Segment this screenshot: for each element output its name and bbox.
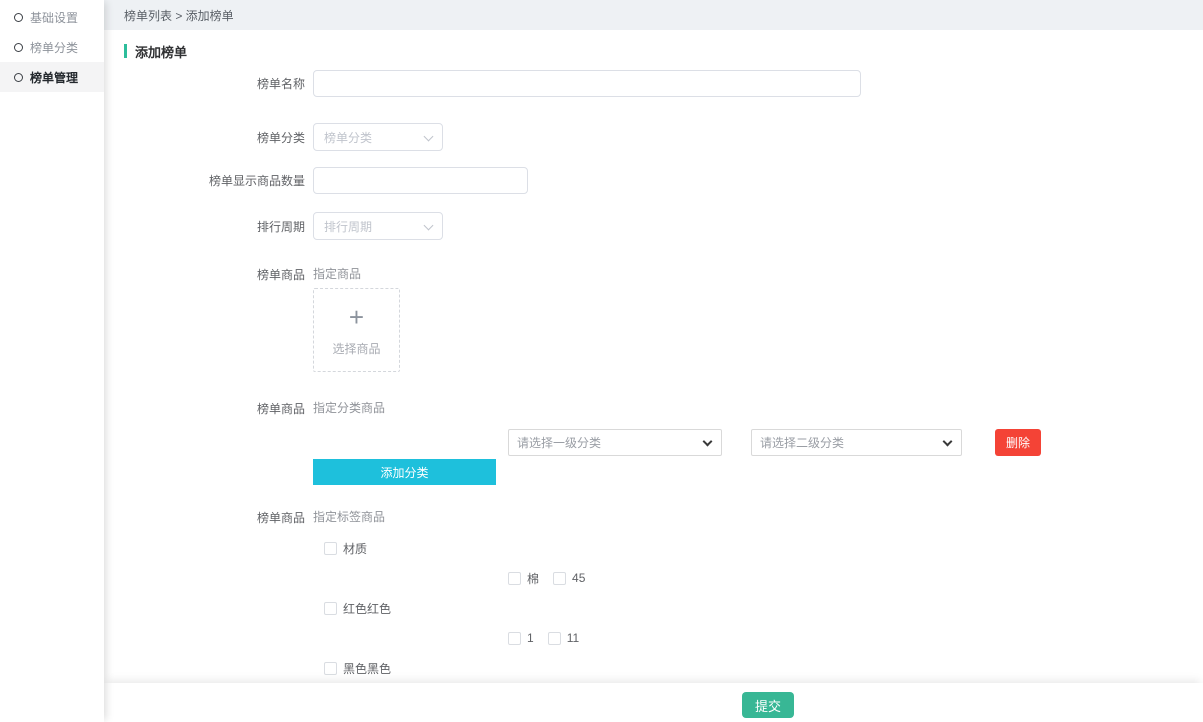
checkbox[interactable] bbox=[508, 632, 521, 645]
name-input[interactable] bbox=[313, 70, 861, 97]
display-count-label: 榜单显示商品数量 bbox=[104, 172, 305, 189]
circle-icon bbox=[14, 73, 23, 82]
tag-groups: 材质 棉 45 bbox=[313, 540, 1203, 683]
form-row-rank-period: 排行周期 排行周期 bbox=[104, 212, 1203, 240]
rank-period-select-placeholder: 排行周期 bbox=[324, 218, 372, 235]
first-level-category-select[interactable]: 请选择一级分类 bbox=[508, 429, 722, 456]
tag-child-label: 1 bbox=[527, 631, 534, 645]
chevron-down-icon bbox=[424, 221, 434, 231]
first-level-placeholder: 请选择一级分类 bbox=[517, 434, 601, 451]
circle-icon bbox=[14, 13, 23, 22]
plus-icon: + bbox=[349, 304, 364, 330]
tag-parent-label: 红色红色 bbox=[343, 600, 391, 617]
form-row-goods-tag: 榜单商品 指定标签商品 材质 棉 bbox=[104, 509, 1203, 683]
tag-child-label: 45 bbox=[572, 571, 585, 585]
form-row-name: 榜单名称 bbox=[104, 70, 1203, 97]
sidebar-item-basic-settings[interactable]: 基础设置 bbox=[0, 2, 104, 32]
second-level-placeholder: 请选择二级分类 bbox=[760, 434, 844, 451]
category-select-placeholder: 榜单分类 bbox=[324, 129, 372, 146]
delete-button[interactable]: 删除 bbox=[995, 429, 1041, 456]
checkbox[interactable] bbox=[324, 662, 337, 675]
tag-parent-row: 材质 bbox=[324, 540, 1203, 556]
tag-children-row: 棉 45 bbox=[508, 570, 1203, 586]
sidebar-item-label: 榜单分类 bbox=[30, 39, 78, 56]
checkbox[interactable] bbox=[324, 602, 337, 615]
submit-button[interactable]: 提交 bbox=[742, 692, 794, 718]
checkbox[interactable] bbox=[324, 542, 337, 555]
tag-child-label: 棉 bbox=[527, 570, 539, 587]
goods-category-sublabel: 指定分类商品 bbox=[313, 400, 1203, 416]
footer-bar: 提交 bbox=[104, 683, 1203, 722]
tag-parent-label: 材质 bbox=[343, 540, 367, 557]
select-goods-text: 选择商品 bbox=[332, 340, 380, 357]
sidebar-item-rank-management[interactable]: 榜单管理 bbox=[0, 62, 104, 92]
page-title: 添加榜单 bbox=[135, 42, 187, 61]
breadcrumb-text[interactable]: 榜单列表 > 添加榜单 bbox=[124, 7, 234, 24]
sidebar-item-label: 榜单管理 bbox=[30, 69, 78, 86]
form-row-category: 榜单分类 榜单分类 bbox=[104, 123, 1203, 151]
category-selects-row: 请选择一级分类 请选择二级分类 删除 bbox=[313, 429, 1203, 456]
form-row-display-count: 榜单显示商品数量 bbox=[104, 167, 1203, 194]
tag-children-row: 1 11 bbox=[508, 630, 1203, 646]
category-select[interactable]: 榜单分类 bbox=[313, 123, 443, 151]
checkbox[interactable] bbox=[508, 572, 521, 585]
sidebar-item-label: 基础设置 bbox=[30, 9, 78, 26]
tag-child-label: 11 bbox=[567, 631, 579, 645]
sidebar: 基础设置 榜单分类 榜单管理 bbox=[0, 0, 104, 722]
goods-category-label: 榜单商品 bbox=[104, 400, 305, 417]
form-row-goods-category: 榜单商品 指定分类商品 请选择一级分类 请选择二级分类 删除 添加分类 bbox=[104, 400, 1203, 485]
category-label: 榜单分类 bbox=[104, 129, 305, 146]
chevron-down-icon bbox=[943, 437, 953, 447]
chevron-down-icon bbox=[424, 132, 434, 142]
sidebar-item-rank-category[interactable]: 榜单分类 bbox=[0, 32, 104, 62]
goods-fixed-sublabel: 指定商品 bbox=[313, 266, 1203, 282]
tag-parent-label: 黑色黑色 bbox=[343, 660, 391, 677]
page-title-row: 添加榜单 bbox=[124, 42, 1203, 60]
goods-tag-label: 榜单商品 bbox=[104, 509, 305, 526]
form-row-goods-fixed: 榜单商品 指定商品 + 选择商品 bbox=[104, 266, 1203, 372]
select-goods-picker[interactable]: + 选择商品 bbox=[313, 288, 400, 372]
add-category-button[interactable]: 添加分类 bbox=[313, 459, 496, 485]
tag-parent-row: 红色红色 bbox=[324, 600, 1203, 616]
form-content: 添加榜单 榜单名称 榜单分类 榜单分类 榜单显示商品数量 bbox=[104, 30, 1203, 683]
main-area: 榜单列表 > 添加榜单 添加榜单 榜单名称 榜单分类 榜单分类 bbox=[104, 0, 1203, 722]
goods-tag-sublabel: 指定标签商品 bbox=[313, 509, 1203, 525]
rank-period-label: 排行周期 bbox=[104, 218, 305, 235]
title-accent-bar bbox=[124, 44, 127, 58]
display-count-input[interactable] bbox=[313, 167, 528, 194]
rank-period-select[interactable]: 排行周期 bbox=[313, 212, 443, 240]
tag-parent-row: 黑色黑色 bbox=[324, 660, 1203, 676]
name-label: 榜单名称 bbox=[104, 75, 305, 92]
checkbox[interactable] bbox=[553, 572, 566, 585]
goods-fixed-label: 榜单商品 bbox=[104, 266, 305, 283]
second-level-category-select[interactable]: 请选择二级分类 bbox=[751, 429, 962, 456]
checkbox[interactable] bbox=[548, 632, 561, 645]
chevron-down-icon bbox=[703, 437, 713, 447]
circle-icon bbox=[14, 43, 23, 52]
breadcrumb: 榜单列表 > 添加榜单 bbox=[104, 0, 1203, 30]
